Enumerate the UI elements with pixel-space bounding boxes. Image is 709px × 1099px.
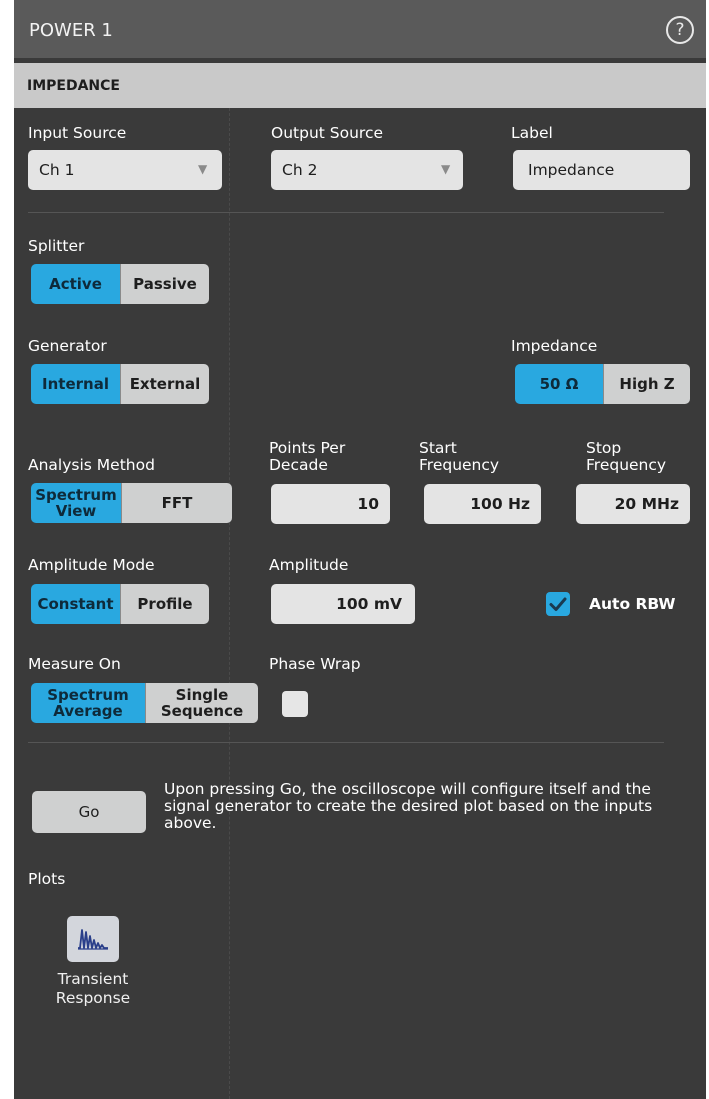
layout-guide [229, 108, 230, 1099]
measure-on-toggle[interactable]: Spectrum Average Single Sequence [31, 683, 258, 723]
analysis-option-spectrum-view-line2: View [55, 502, 97, 520]
measure-on-option-spectrum-average[interactable]: Spectrum Average [31, 683, 145, 723]
section-header[interactable]: IMPEDANCE [14, 63, 706, 108]
amplitude-mode-label: Amplitude Mode [28, 556, 155, 574]
analysis-option-fft[interactable]: FFT [121, 483, 232, 523]
splitter-toggle[interactable]: Active Passive [31, 264, 209, 304]
output-source-dropdown[interactable]: Ch 2 ▼ [271, 150, 463, 190]
analysis-option-spectrum-view[interactable]: Spectrum View [31, 483, 121, 523]
label-input[interactable]: Impedance [513, 150, 690, 190]
go-description: Upon pressing Go, the oscilloscope will … [164, 780, 653, 832]
input-source-label: Input Source [28, 124, 127, 142]
chevron-down-icon: ▼ [198, 162, 208, 176]
phase-wrap-checkbox[interactable] [282, 691, 308, 717]
input-source-dropdown[interactable]: Ch 1 ▼ [28, 150, 222, 190]
output-source-label: Output Source [271, 124, 384, 142]
generator-toggle[interactable]: Internal External [31, 364, 209, 404]
go-button-label: Go [78, 803, 100, 821]
stop-frequency-value: 20 MHz [614, 495, 679, 513]
points-per-decade-label-line2: Decade [269, 456, 328, 474]
start-frequency-value: 100 Hz [470, 495, 530, 513]
stop-frequency-label: Stop Frequency [586, 440, 666, 474]
waveform-icon [78, 929, 108, 950]
analysis-method-label: Analysis Method [28, 456, 155, 474]
amplitude-mode-option-profile[interactable]: Profile [120, 584, 209, 624]
measure-on-single-line2: Sequence [160, 702, 244, 720]
measure-on-label: Measure On [28, 655, 121, 673]
impedance-option-50-ohm[interactable]: 50 Ω [515, 364, 603, 404]
stop-frequency-label-line2: Frequency [586, 456, 667, 474]
impedance-label: Impedance [511, 337, 598, 355]
splitter-label: Splitter [28, 237, 85, 255]
measure-on-option-single-sequence[interactable]: Single Sequence [145, 683, 258, 723]
label-input-value: Impedance [528, 161, 615, 179]
divider [28, 742, 664, 743]
analysis-method-toggle[interactable]: Spectrum View FFT [31, 483, 232, 523]
transient-response-label: Transient Response [36, 970, 150, 1008]
phase-wrap-label: Phase Wrap [269, 655, 361, 673]
start-frequency-label: Start Frequency [419, 440, 499, 474]
splitter-option-passive[interactable]: Passive [120, 264, 209, 304]
go-button[interactable]: Go [32, 791, 146, 833]
auto-rbw-label: Auto RBW [589, 595, 676, 613]
auto-rbw-checkbox[interactable] [546, 592, 570, 616]
power-panel: POWER 1 ? IMPEDANCE Input Source Ch 1 ▼ … [14, 0, 706, 1099]
checkmark-icon [549, 597, 567, 611]
output-source-value: Ch 2 [282, 161, 318, 179]
points-per-decade-input[interactable]: 10 [271, 484, 390, 524]
measure-on-single-line1: Single [175, 686, 229, 704]
divider [28, 212, 664, 213]
plots-label: Plots [28, 870, 66, 888]
generator-option-external[interactable]: External [120, 364, 209, 404]
splitter-option-active[interactable]: Active [31, 264, 120, 304]
label-field-label: Label [511, 124, 553, 142]
generator-option-internal[interactable]: Internal [31, 364, 120, 404]
start-frequency-label-line2: Frequency [419, 456, 500, 474]
amplitude-input[interactable]: 100 mV [271, 584, 415, 624]
input-source-value: Ch 1 [39, 161, 75, 179]
generator-label: Generator [28, 337, 107, 355]
transient-response-plot-icon[interactable] [67, 916, 119, 962]
measure-on-spectrum-line2: Average [53, 702, 123, 720]
impedance-option-high-z[interactable]: High Z [603, 364, 690, 404]
title-bar: POWER 1 ? [14, 0, 706, 58]
amplitude-label: Amplitude [269, 556, 349, 574]
analysis-option-spectrum-view-line1: Spectrum [35, 486, 117, 504]
amplitude-mode-option-constant[interactable]: Constant [31, 584, 120, 624]
points-per-decade-value: 10 [357, 495, 379, 513]
start-frequency-label-line1: Start [419, 439, 457, 457]
transient-response-label-line2: Response [55, 989, 131, 1007]
stop-frequency-input[interactable]: 20 MHz [576, 484, 690, 524]
section-title: IMPEDANCE [27, 78, 120, 94]
impedance-toggle[interactable]: 50 Ω High Z [515, 364, 690, 404]
transient-response-label-line1: Transient [57, 970, 129, 988]
points-per-decade-label: Points Per Decade [269, 440, 345, 474]
help-icon[interactable]: ? [666, 16, 694, 44]
amplitude-mode-toggle[interactable]: Constant Profile [31, 584, 209, 624]
chevron-down-icon: ▼ [441, 162, 451, 176]
stop-frequency-label-line1: Stop [586, 439, 622, 457]
amplitude-value: 100 mV [336, 595, 402, 613]
measure-on-spectrum-line1: Spectrum [47, 686, 129, 704]
panel-title: POWER 1 [29, 20, 113, 41]
start-frequency-input[interactable]: 100 Hz [424, 484, 541, 524]
points-per-decade-label-line1: Points Per [269, 439, 346, 457]
